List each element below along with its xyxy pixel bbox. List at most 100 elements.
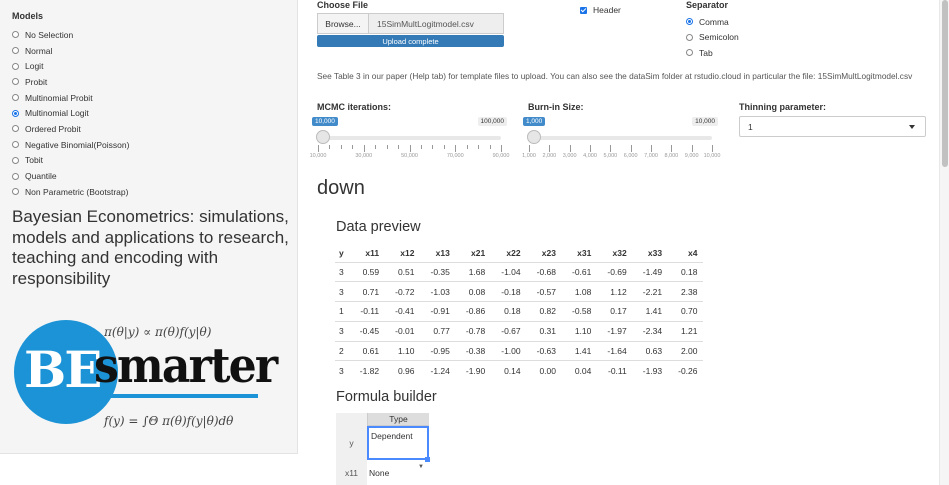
cell-fill-handle[interactable] [425, 457, 430, 462]
radio-unselected-icon[interactable] [12, 172, 19, 180]
table-cell: 1.08 [561, 281, 598, 302]
slider-tick-label: 30,000 [355, 153, 373, 159]
model-option-label: Logit [25, 61, 44, 72]
slider-tick [398, 145, 400, 149]
table-cell: -0.58 [561, 301, 598, 322]
slider-track[interactable] [529, 136, 712, 140]
slider-tick-label: 9,000 [684, 153, 699, 159]
caret-down-icon[interactable] [909, 125, 915, 129]
slider-tick [329, 145, 331, 149]
slider-ticks [318, 145, 502, 153]
model-option-label: Multinomial Logit [25, 108, 89, 119]
model-option[interactable]: Negative Binomial(Poisson) [12, 137, 129, 153]
radio-selected-icon[interactable] [12, 109, 19, 117]
data-preview-table: y x11 x12 x13 x21 x22 x23 x31 x32 x33 x4 3 0.59 0.51… [335, 244, 704, 381]
formula-builder-title: Formula builder [336, 389, 437, 405]
data-preview-title: Data preview [336, 219, 421, 235]
radio-unselected-icon[interactable] [12, 62, 19, 70]
model-option[interactable]: Normal [12, 43, 129, 59]
slider-tick [478, 145, 480, 149]
slider-tick [501, 145, 502, 152]
header-checkbox-label: Header [593, 5, 621, 15]
scrollbar-thumb[interactable] [942, 0, 948, 167]
browse-button[interactable]: Browse... [317, 13, 369, 34]
slider-tick [432, 145, 434, 149]
column-header: x22 [506, 247, 521, 258]
radio-unselected-icon[interactable] [12, 141, 19, 149]
formula-type-cell[interactable]: Dependent [367, 426, 429, 460]
table-cell: 2.38 [668, 281, 704, 302]
model-option[interactable]: No Selection [12, 27, 129, 43]
slider-tick [529, 145, 530, 152]
page-scrollbar[interactable] [939, 0, 949, 485]
radio-unselected-icon[interactable] [12, 125, 19, 133]
column-header: x21 [471, 247, 486, 258]
logo-bayes-equation: π(θ|y) ∝ π(θ)f(y|θ) [104, 325, 212, 339]
slider-tick [712, 145, 713, 152]
burnin-max-badge: 10,000 [692, 117, 718, 126]
table-cell: 0.00 [526, 360, 562, 381]
separator-option-label: Semicolon [699, 32, 739, 43]
separator-option[interactable]: Semicolon [686, 30, 739, 46]
slider-tick [651, 145, 652, 152]
slider-tick-label: 2,000 [542, 153, 557, 159]
table-cell: -0.78 [455, 320, 492, 342]
thinning-value: 1 [748, 121, 753, 132]
separator-radio-group: Comma Semicolon Tab [686, 14, 739, 61]
model-option-label: No Selection [25, 29, 74, 40]
model-option[interactable]: Multinomial Logit [12, 105, 129, 121]
radio-unselected-icon[interactable] [12, 31, 19, 39]
model-option[interactable]: Ordered Probit [12, 121, 129, 137]
thinning-select[interactable]: 1 [739, 116, 926, 137]
slider-tick [455, 145, 457, 152]
model-option[interactable]: Multinomial Probit [12, 90, 129, 106]
mcmc-slider[interactable]: 10,000 100,000 10,000 30,000 50,000 70,000 9… [310, 116, 509, 166]
burnin-slider-handle[interactable] [527, 130, 541, 144]
radio-selected-icon[interactable] [686, 18, 693, 26]
table-cell: 1.21 [668, 320, 704, 342]
column-header: x23 [541, 247, 556, 258]
mcmc-slider-handle[interactable] [316, 130, 330, 144]
column-header: x13 [435, 247, 450, 258]
radio-unselected-icon[interactable] [12, 78, 19, 86]
table-cell: -0.67 [491, 320, 527, 342]
file-name-field[interactable]: 15SimMultLogitmodel.csv [368, 13, 504, 34]
radio-unselected-icon[interactable] [12, 47, 19, 55]
slider-tick [489, 145, 491, 149]
burnin-slider[interactable]: 1,000 10,000 1,000 2,000 3,000 4,000 5,000 6,… [522, 116, 721, 166]
radio-unselected-icon[interactable] [12, 94, 19, 102]
model-option[interactable]: Quantile [12, 168, 129, 184]
dropdown-arrow-icon[interactable]: ▼ [418, 464, 424, 470]
slider-tick-label: 4,000 [583, 153, 597, 159]
model-option[interactable]: Non Parametric (Bootstrap) [12, 184, 129, 200]
separator-option[interactable]: Tab [686, 45, 739, 61]
table-cell: 1.10 [385, 340, 421, 361]
model-option[interactable]: Logit [12, 58, 129, 74]
slider-tick [443, 145, 445, 149]
model-option-label: Normal [25, 45, 53, 56]
slider-track[interactable] [318, 136, 501, 140]
table-cell: 2.00 [668, 340, 704, 361]
table-cell: -0.18 [491, 281, 527, 302]
model-option[interactable]: Tobit [12, 153, 129, 169]
table-cell: -0.11 [597, 360, 633, 381]
slider-ticks [529, 145, 713, 153]
checkbox-checked-icon[interactable] [580, 6, 587, 14]
radio-unselected-icon[interactable] [12, 188, 19, 196]
slider-tick [590, 145, 591, 152]
section-title: down [317, 177, 365, 199]
header-checkbox[interactable]: Header [580, 5, 621, 15]
table-cell: 1.12 [597, 281, 633, 302]
slider-tick-label: 1,000 [522, 153, 536, 159]
table-cell: -1.04 [491, 261, 527, 282]
logo-marginal-equation: f(y) = ∫Θ π(θ)f(y|θ)dθ [104, 414, 234, 428]
radio-unselected-icon[interactable] [12, 156, 19, 164]
radio-unselected-icon[interactable] [686, 49, 693, 57]
table-cell: -1.24 [420, 360, 456, 381]
slider-tick [671, 145, 673, 152]
radio-unselected-icon[interactable] [686, 33, 693, 41]
separator-option[interactable]: Comma [686, 14, 739, 30]
model-option[interactable]: Probit [12, 74, 129, 90]
slider-tick-label: 10,000 [703, 153, 721, 159]
table-cell: -0.68 [526, 261, 562, 282]
